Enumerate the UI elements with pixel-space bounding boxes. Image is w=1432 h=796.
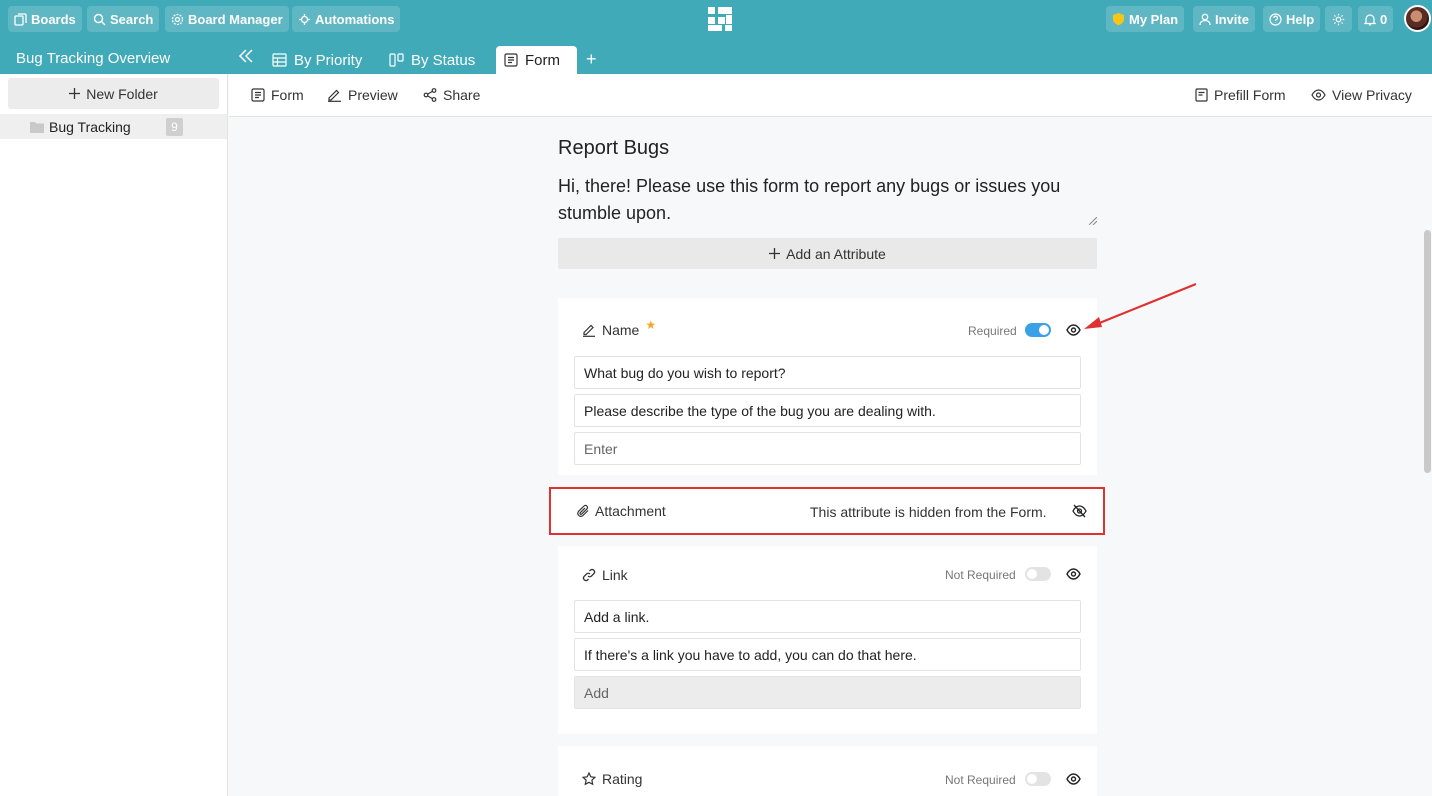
folder-icon [30,121,44,133]
sun-icon [1332,13,1345,26]
link-question-field[interactable]: Add a link. [574,600,1081,633]
project-bar: Bug Tracking Overview By Priority By Sta… [0,40,1432,74]
form-toolbar: Form Preview Share Prefill Form View Pri… [229,74,1432,117]
rating-field-header: Rating [582,771,642,787]
tab-by-status[interactable]: By Status [381,46,483,74]
share-icon [423,88,437,102]
eye-icon[interactable] [1066,324,1081,336]
bell-icon [1364,13,1376,26]
tab-by-priority[interactable]: By Priority [264,46,370,74]
plus-icon [769,248,781,259]
scrollbar[interactable] [1424,230,1431,473]
preview-button[interactable]: Preview [327,87,398,103]
collapse-sidebar-icon[interactable] [238,49,254,63]
plus-icon [69,88,81,99]
app-logo[interactable] [706,5,734,33]
avatar[interactable] [1404,5,1431,32]
folder-count-badge: 9 [166,118,183,136]
theme-toggle-button[interactable] [1325,6,1352,32]
required-star-icon: ★ [645,318,657,332]
sidebar: New Folder Bug Tracking 9 [0,74,228,796]
form-description[interactable]: Hi, there! Please use this form to repor… [558,173,1097,227]
name-field-header: Name ★ [582,318,656,338]
sidebar-item-bug-tracking[interactable]: Bug Tracking 9 [0,114,227,139]
form-tool-button[interactable]: Form [251,87,304,103]
link-field-card: Link Not Required Add a link. If there's… [558,546,1097,734]
pencil-icon [327,88,342,102]
add-attribute-button[interactable]: Add an Attribute [558,238,1097,269]
notifications-button[interactable]: 0 [1358,6,1394,32]
required-toggle[interactable] [1025,323,1051,337]
not-required-label: Not Required [945,773,1016,787]
form-icon [251,88,265,102]
hidden-attribute-note: This attribute is hidden from the Form. [810,504,1047,520]
automations-icon [298,13,311,26]
attachment-field-header: Attachment [577,503,666,519]
automations-button[interactable]: Automations [292,6,401,32]
eye-icon[interactable] [1066,568,1081,580]
user-icon [1199,13,1211,26]
shield-icon [1112,12,1125,26]
name-help-field[interactable]: Please describe the type of the bug you … [574,394,1081,427]
boards-button[interactable]: Boards [8,6,82,32]
new-folder-button[interactable]: New Folder [8,78,219,109]
share-button[interactable]: Share [423,87,480,103]
view-privacy-button[interactable]: View Privacy [1311,87,1412,103]
project-title: Bug Tracking Overview [16,50,171,67]
my-plan-button[interactable]: My Plan [1106,6,1185,32]
required-label: Required [968,324,1017,338]
resize-handle-icon[interactable] [1089,217,1097,225]
link-field-header: Link [582,567,628,583]
link-input[interactable]: Add [574,676,1081,709]
form-title[interactable]: Report Bugs [558,137,669,160]
prefill-icon [1195,88,1208,102]
eye-icon[interactable] [1066,773,1081,785]
attachment-field-row[interactable]: Attachment This attribute is hidden from… [549,487,1105,535]
required-toggle[interactable] [1025,567,1051,581]
not-required-label: Not Required [945,568,1016,582]
boards-icon [14,12,27,26]
help-button[interactable]: Help [1263,6,1321,32]
name-input[interactable]: Enter [574,432,1081,465]
rating-field-card: Rating Not Required [558,746,1097,796]
top-bar: Boards Search Board Manager Automations … [0,0,1432,40]
board-manager-button[interactable]: Board Manager [165,6,289,32]
search-button[interactable]: Search [87,6,160,32]
tab-form[interactable]: Form [496,46,577,74]
search-icon [93,13,106,26]
add-view-button[interactable]: + [586,50,597,68]
name-field-card: Name ★ Required What bug do you wish to … [558,298,1097,475]
help-icon [1269,12,1282,26]
form-icon [504,53,518,67]
invite-button[interactable]: Invite [1193,6,1255,32]
link-help-field[interactable]: If there's a link you have to add, you c… [574,638,1081,671]
eye-icon [1311,89,1326,101]
prefill-form-button[interactable]: Prefill Form [1195,87,1286,103]
annotation-arrow [1084,282,1197,329]
paperclip-icon [577,504,590,518]
star-outline-icon [582,772,596,786]
eye-off-icon[interactable] [1072,504,1087,518]
kanban-icon [389,53,404,67]
name-question-field[interactable]: What bug do you wish to report? [574,356,1081,389]
link-icon [582,568,596,582]
required-toggle[interactable] [1025,772,1051,786]
table-icon [272,53,287,67]
pencil-icon [582,323,596,337]
gear-icon [171,13,184,26]
